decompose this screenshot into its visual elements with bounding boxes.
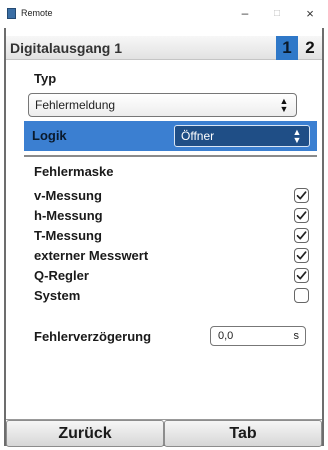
fehlerverzoegerung-row: Fehlerverzögerung 0,0 s: [34, 326, 314, 348]
window-title: Remote: [21, 8, 53, 18]
fehlerverzoegerung-unit: s: [293, 330, 300, 342]
checkbox-t-messung[interactable]: [294, 228, 309, 243]
checkmark-icon: [296, 211, 307, 220]
checkbox-row-t-messung[interactable]: T-Messung: [34, 226, 314, 246]
checkbox-externer-messwert[interactable]: [294, 248, 309, 263]
checkbox-label: externer Messwert: [34, 248, 149, 263]
page-header: Digitalausgang 1 1 2: [6, 36, 322, 60]
logik-row[interactable]: Logik Öffner ▲ ▼: [24, 121, 317, 151]
typ-select[interactable]: Fehlermeldung ▲ ▼: [28, 93, 297, 117]
typ-selected-value: Fehlermeldung: [35, 98, 116, 112]
checkbox-h-messung[interactable]: [294, 208, 309, 223]
logik-select[interactable]: Öffner ▲ ▼: [174, 125, 310, 147]
checkbox-label: T-Messung: [34, 228, 102, 243]
section-divider: [24, 155, 317, 157]
tab-2[interactable]: 2: [299, 36, 321, 60]
checkbox-row-externer-messwert[interactable]: externer Messwert: [34, 246, 314, 266]
fehlermaske-label: Fehlermaske: [34, 164, 114, 179]
checkbox-label: h-Messung: [34, 208, 103, 223]
checkbox-system[interactable]: [294, 288, 309, 303]
close-button[interactable]: ×: [295, 0, 325, 26]
logik-label: Logik: [32, 128, 67, 143]
checkmark-icon: [296, 251, 307, 260]
tab-1[interactable]: 1: [276, 36, 298, 60]
checkbox-q-regler[interactable]: [294, 268, 309, 283]
fehlerverzoegerung-label: Fehlerverzögerung: [34, 329, 152, 344]
fehlerverzoegerung-input[interactable]: 0,0 s: [210, 326, 306, 346]
checkbox-v-messung[interactable]: [294, 188, 309, 203]
tab-button[interactable]: Tab: [164, 420, 322, 447]
checkbox-row-v-messung[interactable]: v-Messung: [34, 186, 314, 206]
fehlerverzoegerung-value: 0,0: [218, 330, 234, 342]
maximize-button[interactable]: □: [262, 0, 292, 26]
checkbox-label: v-Messung: [34, 188, 102, 203]
up-down-arrows-icon: ▲ ▼: [292, 127, 302, 145]
minimize-button[interactable]: –: [230, 0, 260, 26]
logik-selected-value: Öffner: [181, 129, 215, 143]
checkbox-row-q-regler[interactable]: Q-Regler: [34, 266, 314, 286]
up-down-arrows-icon: ▲ ▼: [279, 96, 289, 114]
app-icon: [7, 7, 16, 19]
checkmark-icon: [296, 231, 307, 240]
page-title: Digitalausgang 1: [10, 40, 123, 56]
checkbox-row-h-messung[interactable]: h-Messung: [34, 206, 314, 226]
footer-bar: Zurück Tab: [6, 419, 322, 447]
checkbox-label: Q-Regler: [34, 268, 89, 283]
typ-label: Typ: [34, 71, 57, 86]
window-titlebar: Remote – □ ×: [0, 0, 328, 26]
back-button[interactable]: Zurück: [6, 420, 164, 447]
checkbox-label: System: [34, 288, 81, 303]
checkmark-icon: [296, 191, 307, 200]
checkmark-icon: [296, 271, 307, 280]
checkbox-row-system[interactable]: System: [34, 286, 314, 306]
